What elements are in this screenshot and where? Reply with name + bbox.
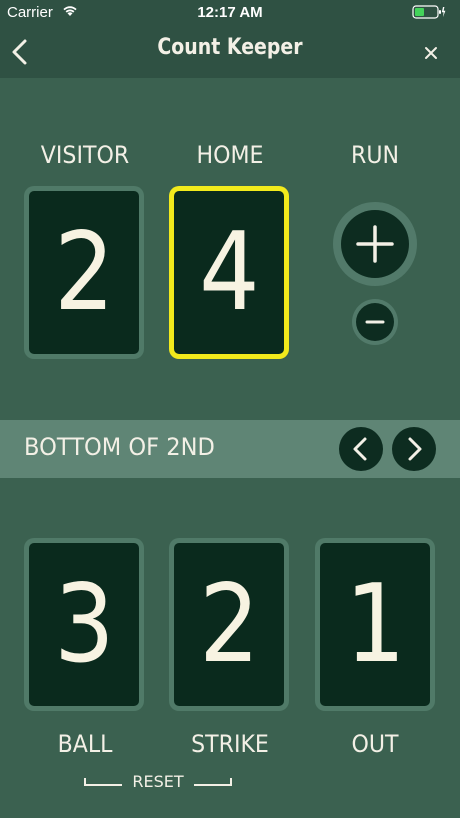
ball-label: BALL (57, 730, 113, 758)
visitor-score-card[interactable]: 2 (24, 186, 144, 359)
clock: 12:17 AM (197, 4, 263, 21)
next-inning-button[interactable] (392, 427, 436, 471)
battery-icon (412, 5, 446, 23)
home-label: HOME (196, 141, 264, 169)
strike-count-face: 2 (174, 543, 284, 706)
previous-inning-button[interactable] (339, 427, 383, 471)
out-label: OUT (351, 730, 399, 758)
ball-count-face: 3 (29, 543, 139, 706)
home-score: 4 (198, 209, 260, 335)
inning-bar: BOTTOM OF 2ND (0, 420, 460, 478)
strike-count: 2 (198, 561, 260, 687)
inning-label: BOTTOM OF 2ND (24, 433, 215, 461)
close-icon[interactable] (420, 42, 442, 64)
status-bar: Carrier 12:17 AM (0, 0, 460, 26)
page-title: Count Keeper (157, 35, 303, 60)
subtract-run-button[interactable] (352, 299, 398, 345)
chevron-left-icon (353, 437, 367, 461)
run-label: RUN (350, 141, 400, 169)
chevron-right-icon (408, 437, 422, 461)
add-run-button[interactable] (333, 202, 417, 286)
chevron-left-icon[interactable] (8, 38, 32, 66)
ball-count: 3 (53, 561, 115, 687)
visitor-score-face: 2 (29, 191, 139, 354)
reset-bracket-right (194, 778, 232, 786)
strike-label: STRIKE (191, 730, 269, 758)
home-score-card[interactable]: 4 (169, 186, 289, 359)
plus-icon (341, 210, 409, 278)
visitor-score: 2 (53, 209, 115, 335)
visitor-label: VISITOR (40, 141, 130, 169)
out-count: 1 (344, 561, 406, 687)
out-count-card[interactable]: 1 (315, 538, 435, 711)
strike-count-card[interactable]: 2 (169, 538, 289, 711)
reset-button[interactable]: RESET (84, 772, 232, 796)
nav-bar: Count Keeper (0, 26, 460, 78)
minus-icon (356, 303, 394, 341)
out-count-face: 1 (320, 543, 430, 706)
home-score-face: 4 (174, 191, 284, 354)
ball-count-card[interactable]: 3 (24, 538, 144, 711)
